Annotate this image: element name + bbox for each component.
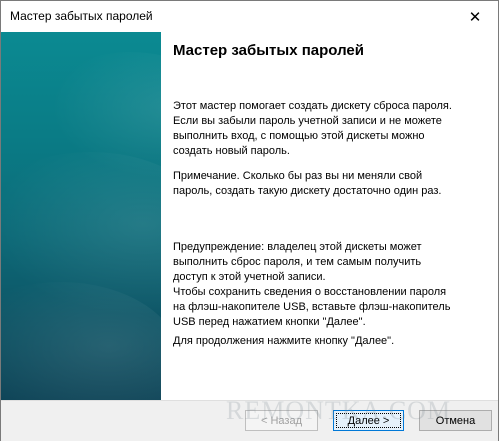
wizard-window: Мастер забытых паролей ✕ Мастер забытых … xyxy=(0,0,499,441)
focus-rectangle xyxy=(336,413,401,428)
close-icon[interactable]: ✕ xyxy=(452,1,498,32)
wizard-content: Мастер забытых паролей Этот мастер помог… xyxy=(161,32,498,400)
note-text: Примечание. Сколько бы раз вы ни меняли … xyxy=(173,170,442,197)
next-button[interactable]: Далее > xyxy=(333,410,404,431)
intro-text: Этот мастер помогает создать дискету сбр… xyxy=(173,100,452,157)
side-banner-image xyxy=(1,32,161,400)
button-bar: < Назад Далее > Отмена xyxy=(1,400,498,441)
warning-text: Предупреждение: владелец этой дискеты мо… xyxy=(173,241,451,328)
cancel-button[interactable]: Отмена xyxy=(419,410,492,431)
back-button[interactable]: < Назад xyxy=(245,410,318,431)
window-title: Мастер забытых паролей xyxy=(10,9,153,23)
page-title: Мастер забытых паролей xyxy=(173,42,364,59)
title-bar: Мастер забытых паролей ✕ xyxy=(1,1,498,32)
continue-text: Для продолжения нажмите кнопку "Далее". xyxy=(173,335,395,347)
